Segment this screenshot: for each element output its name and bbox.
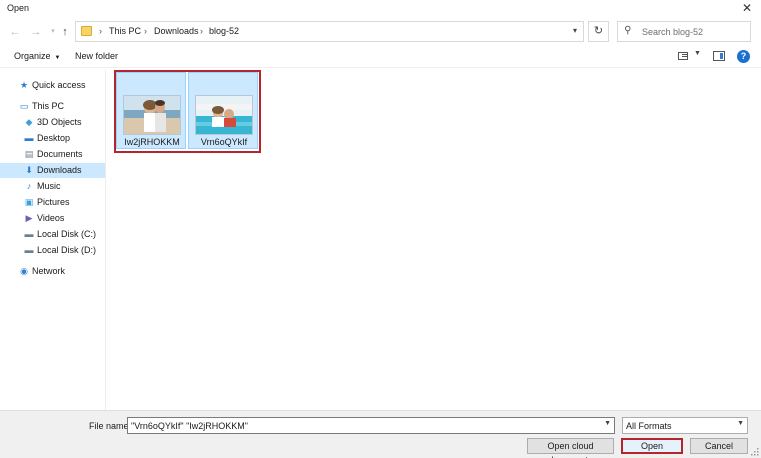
forward-button[interactable]: → — [28, 24, 44, 40]
desktop-icon: ▬ — [24, 133, 34, 143]
back-button[interactable]: ← — [7, 24, 23, 40]
change-view-button[interactable]: ▼ — [678, 50, 704, 64]
sidebar-item-local-disk-c[interactable]: ▬ Local Disk (C:) — [0, 227, 105, 242]
music-icon: ♪ — [26, 181, 32, 191]
sidebar-item-label: Local Disk (C:) — [37, 229, 97, 239]
breadcrumb-downloads[interactable]: Downloads — [154, 26, 199, 36]
file-type-select[interactable]: All Formats ▼ — [622, 417, 748, 434]
search-icon: ⚲ — [624, 25, 632, 36]
organize-button[interactable]: Organize ▼ — [14, 51, 60, 61]
arrow-up-icon: ↑ — [62, 26, 68, 38]
preview-pane-button[interactable] — [713, 51, 725, 61]
sidebar-item-label: Videos — [37, 213, 65, 223]
download-icon: ⬇ — [25, 165, 33, 175]
sidebar-item-label: Quick access — [32, 80, 86, 90]
sidebar-item-label: Desktop — [37, 133, 71, 143]
file-list[interactable]: Iw2jRHOKKM Vrn6oQYkIf — [107, 70, 761, 410]
breadcrumb-blog-52[interactable]: blog-52 — [209, 26, 239, 36]
file-name-combobox[interactable]: ▼ — [127, 417, 615, 434]
chevron-down-icon[interactable]: ▾ — [573, 26, 577, 35]
sidebar-item-music[interactable]: ♪ Music — [0, 179, 105, 194]
sidebar-item-downloads[interactable]: ⬇ Downloads — [0, 163, 105, 178]
sidebar-item-label: Documents — [37, 149, 83, 159]
file-name: Vrn6oQYkIf — [200, 137, 248, 147]
network-icon: ◉ — [20, 266, 28, 276]
sidebar-item-pictures[interactable]: ▣ Pictures — [0, 195, 105, 210]
sidebar-item-label: Local Disk (D:) — [37, 245, 97, 255]
chevron-down-icon: ▾ — [51, 28, 55, 35]
help-button[interactable]: ? — [737, 50, 750, 63]
sidebar-item-desktop[interactable]: ▬ Desktop — [0, 131, 105, 146]
breadcrumb-this-pc[interactable]: This PC — [109, 26, 141, 36]
arrow-right-icon: → — [30, 26, 42, 38]
title-bar: Open ✕ — [0, 0, 761, 18]
sidebar-item-local-disk-d[interactable]: ▬ Local Disk (D:) — [0, 243, 105, 258]
file-name-field[interactable] — [131, 420, 601, 432]
star-icon: ★ — [19, 80, 29, 90]
sidebar-item-label: Pictures — [37, 197, 70, 207]
sidebar-item-3d-objects[interactable]: ◆ 3D Objects — [0, 115, 105, 130]
document-icon: ▤ — [24, 149, 34, 159]
sidebar-item-network[interactable]: ◉ Network — [0, 264, 105, 279]
resize-grip-icon[interactable] — [751, 448, 759, 456]
up-button[interactable]: ↑ — [57, 24, 73, 40]
command-toolbar: Organize ▼ New folder ▼ ? — [0, 46, 761, 68]
navigation-pane: ★ Quick access ▭ This PC ◆ 3D Objects ▬ … — [0, 70, 106, 410]
open-cloud-documents-button[interactable]: Open cloud documents — [527, 438, 614, 458]
couple-pool-photo-icon — [196, 96, 252, 134]
dialog-footer: File name: ▼ All Formats ▼ Open cloud do… — [0, 410, 761, 458]
chevron-down-icon[interactable]: ▼ — [604, 420, 611, 427]
close-icon: ✕ — [741, 1, 753, 15]
chevron-down-icon: ▼ — [54, 55, 61, 61]
file-item[interactable]: Vrn6oQYkIf — [188, 72, 258, 149]
sidebar-item-this-pc[interactable]: ▭ This PC — [0, 99, 105, 114]
breadcrumb-separator: › — [99, 26, 102, 36]
open-button[interactable]: Open — [621, 438, 683, 454]
breadcrumb-separator[interactable]: › — [200, 26, 203, 36]
sidebar-item-label: Music — [37, 181, 61, 191]
image-thumbnail — [195, 95, 253, 135]
refresh-button[interactable]: ↻ — [588, 21, 609, 42]
folder-icon — [81, 26, 92, 36]
search-input[interactable] — [642, 25, 746, 38]
sidebar-item-quick-access[interactable]: ★ Quick access — [0, 78, 105, 93]
disk-icon: ▬ — [24, 229, 34, 239]
chevron-down-icon: ▼ — [694, 50, 701, 57]
search-box[interactable]: ⚲ — [617, 21, 751, 42]
file-item[interactable]: Iw2jRHOKKM — [116, 72, 186, 149]
organize-label: Organize — [14, 51, 51, 61]
sidebar-item-label: Downloads — [37, 165, 82, 175]
couple-beach-photo-icon — [124, 96, 180, 134]
disk-icon: ▬ — [24, 245, 34, 255]
file-type-value: All Formats — [626, 421, 672, 431]
close-button[interactable]: ✕ — [733, 0, 761, 18]
breadcrumb-separator[interactable]: › — [144, 26, 147, 36]
computer-icon: ▭ — [19, 101, 29, 111]
sidebar-item-label: 3D Objects — [37, 117, 82, 127]
new-folder-button[interactable]: New folder — [75, 51, 118, 61]
arrow-left-icon: ← — [9, 26, 21, 38]
window-title: Open — [7, 3, 30, 13]
image-thumbnail — [123, 95, 181, 135]
refresh-icon: ↻ — [593, 25, 604, 37]
cube-icon: ◆ — [25, 117, 33, 127]
file-name: Iw2jRHOKKM — [124, 137, 180, 147]
view-icon — [678, 52, 688, 60]
pictures-icon: ▣ — [24, 197, 34, 207]
file-name-label: File name: — [89, 421, 132, 431]
video-icon: ▶ — [25, 213, 33, 223]
sidebar-item-documents[interactable]: ▤ Documents — [0, 147, 105, 162]
chevron-down-icon: ▼ — [737, 420, 744, 427]
address-bar[interactable]: › This PC › Downloads › blog-52 ▾ — [75, 21, 584, 42]
sidebar-item-label: Network — [32, 266, 66, 276]
sidebar-item-label: This PC — [32, 101, 65, 111]
navigation-bar: ← → ▾ ↑ › This PC › Downloads › blog-52 … — [0, 18, 761, 46]
sidebar-item-videos[interactable]: ▶ Videos — [0, 211, 105, 226]
cancel-button[interactable]: Cancel — [690, 438, 748, 454]
